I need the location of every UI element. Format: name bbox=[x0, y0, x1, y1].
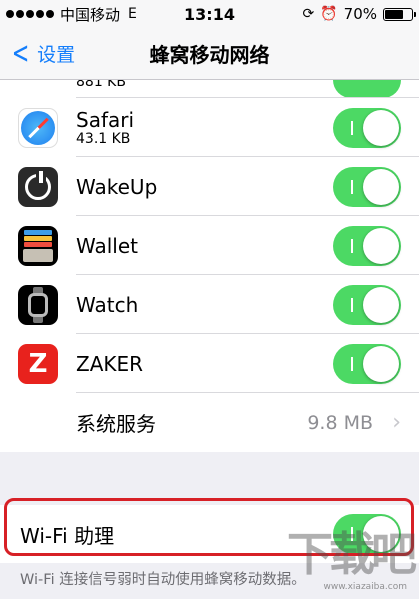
zaker-icon: Z bbox=[18, 343, 58, 384]
back-button[interactable]: < 设置 bbox=[8, 35, 76, 71]
network-type: E bbox=[128, 6, 137, 22]
partial-toggle[interactable] bbox=[333, 80, 401, 97]
safari-icon bbox=[18, 107, 58, 148]
system-services-usage: 9.8 MB bbox=[307, 411, 373, 434]
list-item-zaker: Z ZAKER bbox=[0, 334, 419, 393]
back-label: 设置 bbox=[37, 44, 76, 66]
chevron-left-icon: < bbox=[11, 35, 30, 71]
rotation-lock-icon: ⟳ bbox=[302, 6, 315, 22]
watermark-logo: 下载吧 bbox=[287, 527, 417, 581]
safari-toggle[interactable] bbox=[333, 107, 401, 148]
chevron-right-icon: › bbox=[392, 410, 401, 435]
navigation-bar: < 设置 蜂窝移动网络 bbox=[0, 28, 419, 80]
partial-usage: 881 KB bbox=[76, 80, 126, 90]
app-data-list: 881 KB Safari 43.1 KB WakeUp Wallet Watc… bbox=[0, 80, 419, 452]
zaker-toggle[interactable] bbox=[333, 343, 401, 384]
app-name: ZAKER bbox=[76, 351, 144, 376]
carrier-name: 中国移动 bbox=[60, 5, 121, 24]
list-item-partial: 881 KB bbox=[76, 80, 419, 98]
app-name: Safari bbox=[76, 108, 135, 132]
list-item-watch: Watch bbox=[0, 275, 419, 334]
wallet-toggle[interactable] bbox=[333, 225, 401, 266]
battery-icon bbox=[383, 7, 416, 21]
battery-percent: 70% bbox=[343, 5, 377, 23]
app-name: Watch bbox=[76, 292, 139, 317]
battery-fill bbox=[385, 9, 404, 19]
wakeup-icon bbox=[18, 166, 58, 207]
status-right: ⟳ ⏰ 70% bbox=[302, 5, 416, 23]
app-name: Wallet bbox=[76, 233, 139, 258]
watch-toggle[interactable] bbox=[333, 284, 401, 325]
watch-icon bbox=[18, 284, 58, 325]
list-item-wallet: Wallet bbox=[0, 216, 419, 275]
watermark-url: www.xiazaiba.com bbox=[323, 582, 407, 592]
system-services-label: 系统服务 bbox=[76, 412, 156, 436]
list-item-wakeup: WakeUp bbox=[0, 157, 419, 216]
alarm-icon: ⏰ bbox=[320, 6, 338, 22]
signal-strength-icon bbox=[6, 10, 54, 18]
wallet-icon bbox=[18, 225, 58, 266]
wakeup-toggle[interactable] bbox=[333, 166, 401, 207]
app-usage: 43.1 KB bbox=[76, 131, 131, 147]
app-name: WakeUp bbox=[76, 174, 158, 199]
list-item-safari: Safari 43.1 KB bbox=[0, 98, 419, 157]
status-bar: 中国移动 E 13:14 ⟳ ⏰ 70% bbox=[0, 0, 419, 28]
list-item-system-services[interactable]: 系统服务 9.8 MB › bbox=[0, 393, 419, 452]
